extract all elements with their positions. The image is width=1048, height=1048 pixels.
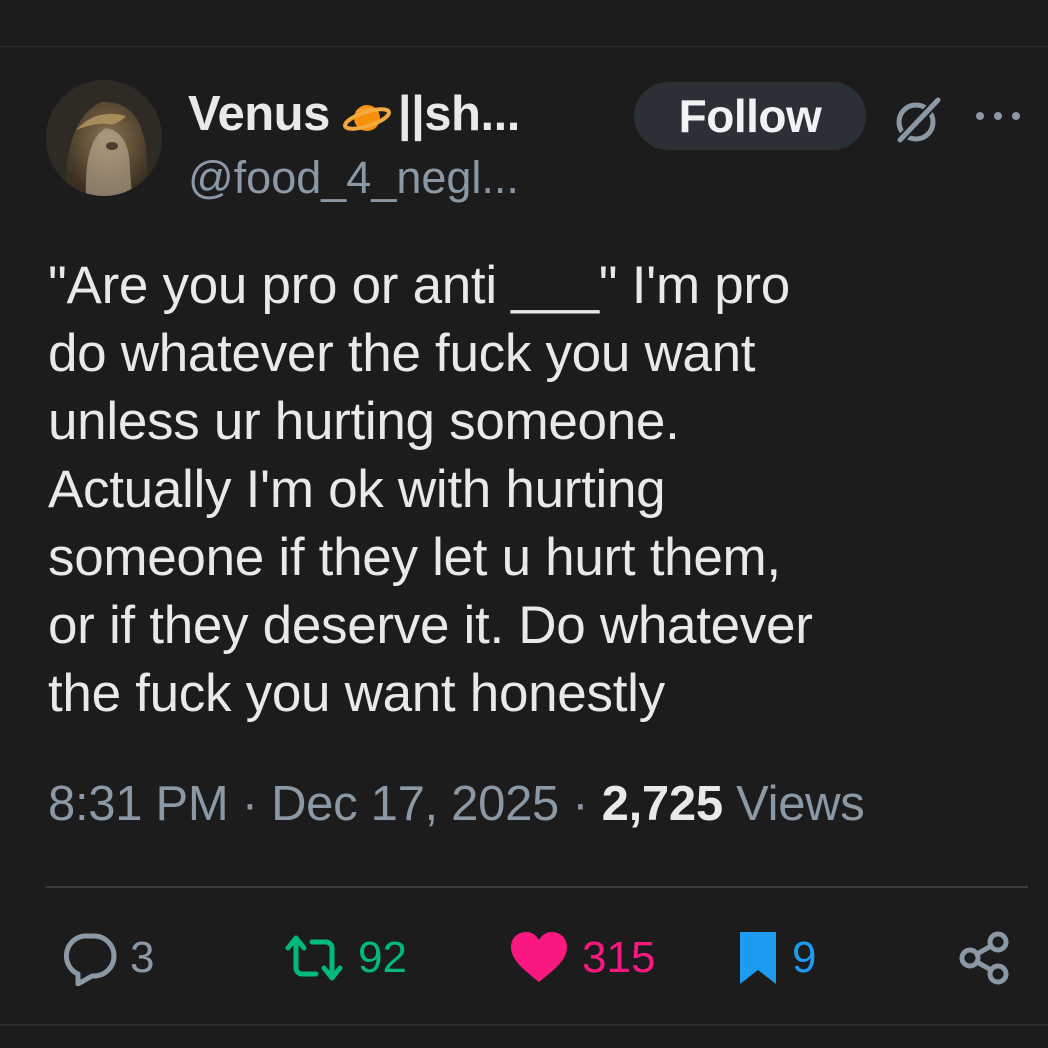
bookmark-button[interactable]: 9 xyxy=(736,928,816,988)
ringed-planet-icon xyxy=(342,94,392,134)
retweet-count: 92 xyxy=(358,933,407,982)
share-icon xyxy=(959,931,1009,985)
more-icon[interactable] xyxy=(972,106,1024,126)
views-label: Views xyxy=(736,777,865,831)
views-count: 2,725 xyxy=(601,777,723,831)
meta-separator: · xyxy=(572,777,589,831)
follow-button[interactable]: Follow xyxy=(634,82,866,150)
like-count: 315 xyxy=(582,933,656,982)
bookmark-icon xyxy=(740,932,776,984)
bookmark-count: 9 xyxy=(792,933,817,982)
reply-button[interactable]: 3 xyxy=(60,928,154,988)
meta-separator: · xyxy=(241,777,258,831)
actions-divider xyxy=(46,886,1028,888)
retweet-button[interactable]: 92 xyxy=(282,928,407,988)
like-button[interactable]: 315 xyxy=(508,928,655,988)
tweet-meta: 8:31 PM · Dec 17, 2025 · 2,725 Views xyxy=(48,776,865,832)
tweet-date[interactable]: Dec 17, 2025 xyxy=(271,777,559,831)
tweet-time[interactable]: 8:31 PM xyxy=(48,777,229,831)
share-button[interactable] xyxy=(956,928,1012,988)
bottom-divider xyxy=(0,1024,1048,1026)
avatar[interactable] xyxy=(46,80,162,196)
display-name-suffix: ||sh... xyxy=(397,87,520,141)
tweet-text: "Are you pro or anti ___" I'm pro do wha… xyxy=(48,256,813,723)
user-handle[interactable]: @food_4_negl... xyxy=(188,152,519,204)
display-name[interactable]: Venus ||sh... xyxy=(188,86,520,142)
display-name-text: Venus xyxy=(188,87,330,141)
reply-icon xyxy=(63,933,117,986)
retweet-icon xyxy=(285,935,343,981)
grok-icon[interactable] xyxy=(890,92,946,148)
reply-count: 3 xyxy=(130,933,155,982)
top-divider xyxy=(0,46,1048,47)
heart-icon xyxy=(511,932,567,982)
